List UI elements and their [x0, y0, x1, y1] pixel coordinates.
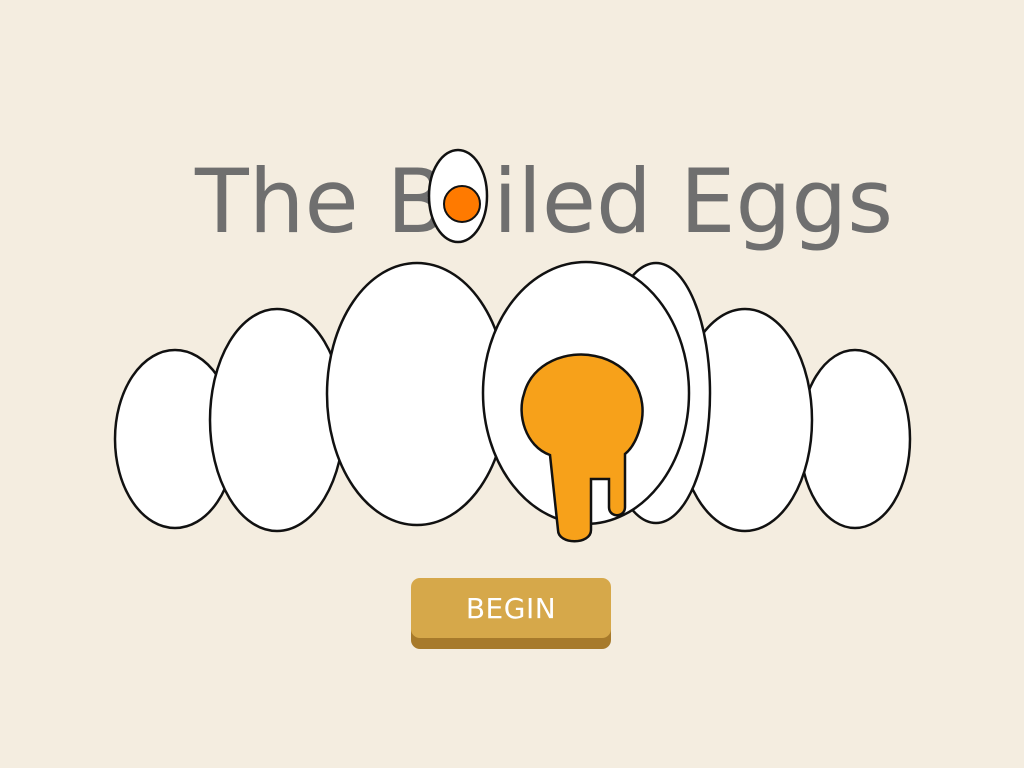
begin-button-face[interactable]: BEGIN — [411, 578, 611, 638]
title-text-part2: iled Eggs — [493, 150, 893, 253]
game-title: The B iled Eggs — [0, 120, 1024, 260]
egg-left-middle — [208, 307, 346, 533]
title-egg-icon — [427, 148, 489, 244]
title-text-part1: The B — [194, 150, 447, 253]
begin-button-label: BEGIN — [465, 592, 557, 625]
egg-right-outer — [798, 348, 912, 530]
egg-center-left — [325, 261, 509, 527]
begin-button[interactable]: BEGIN — [411, 578, 611, 650]
eggs-svg — [113, 260, 912, 543]
eggs-illustration — [0, 250, 1024, 560]
title-svg: The B iled Eggs — [194, 148, 893, 253]
